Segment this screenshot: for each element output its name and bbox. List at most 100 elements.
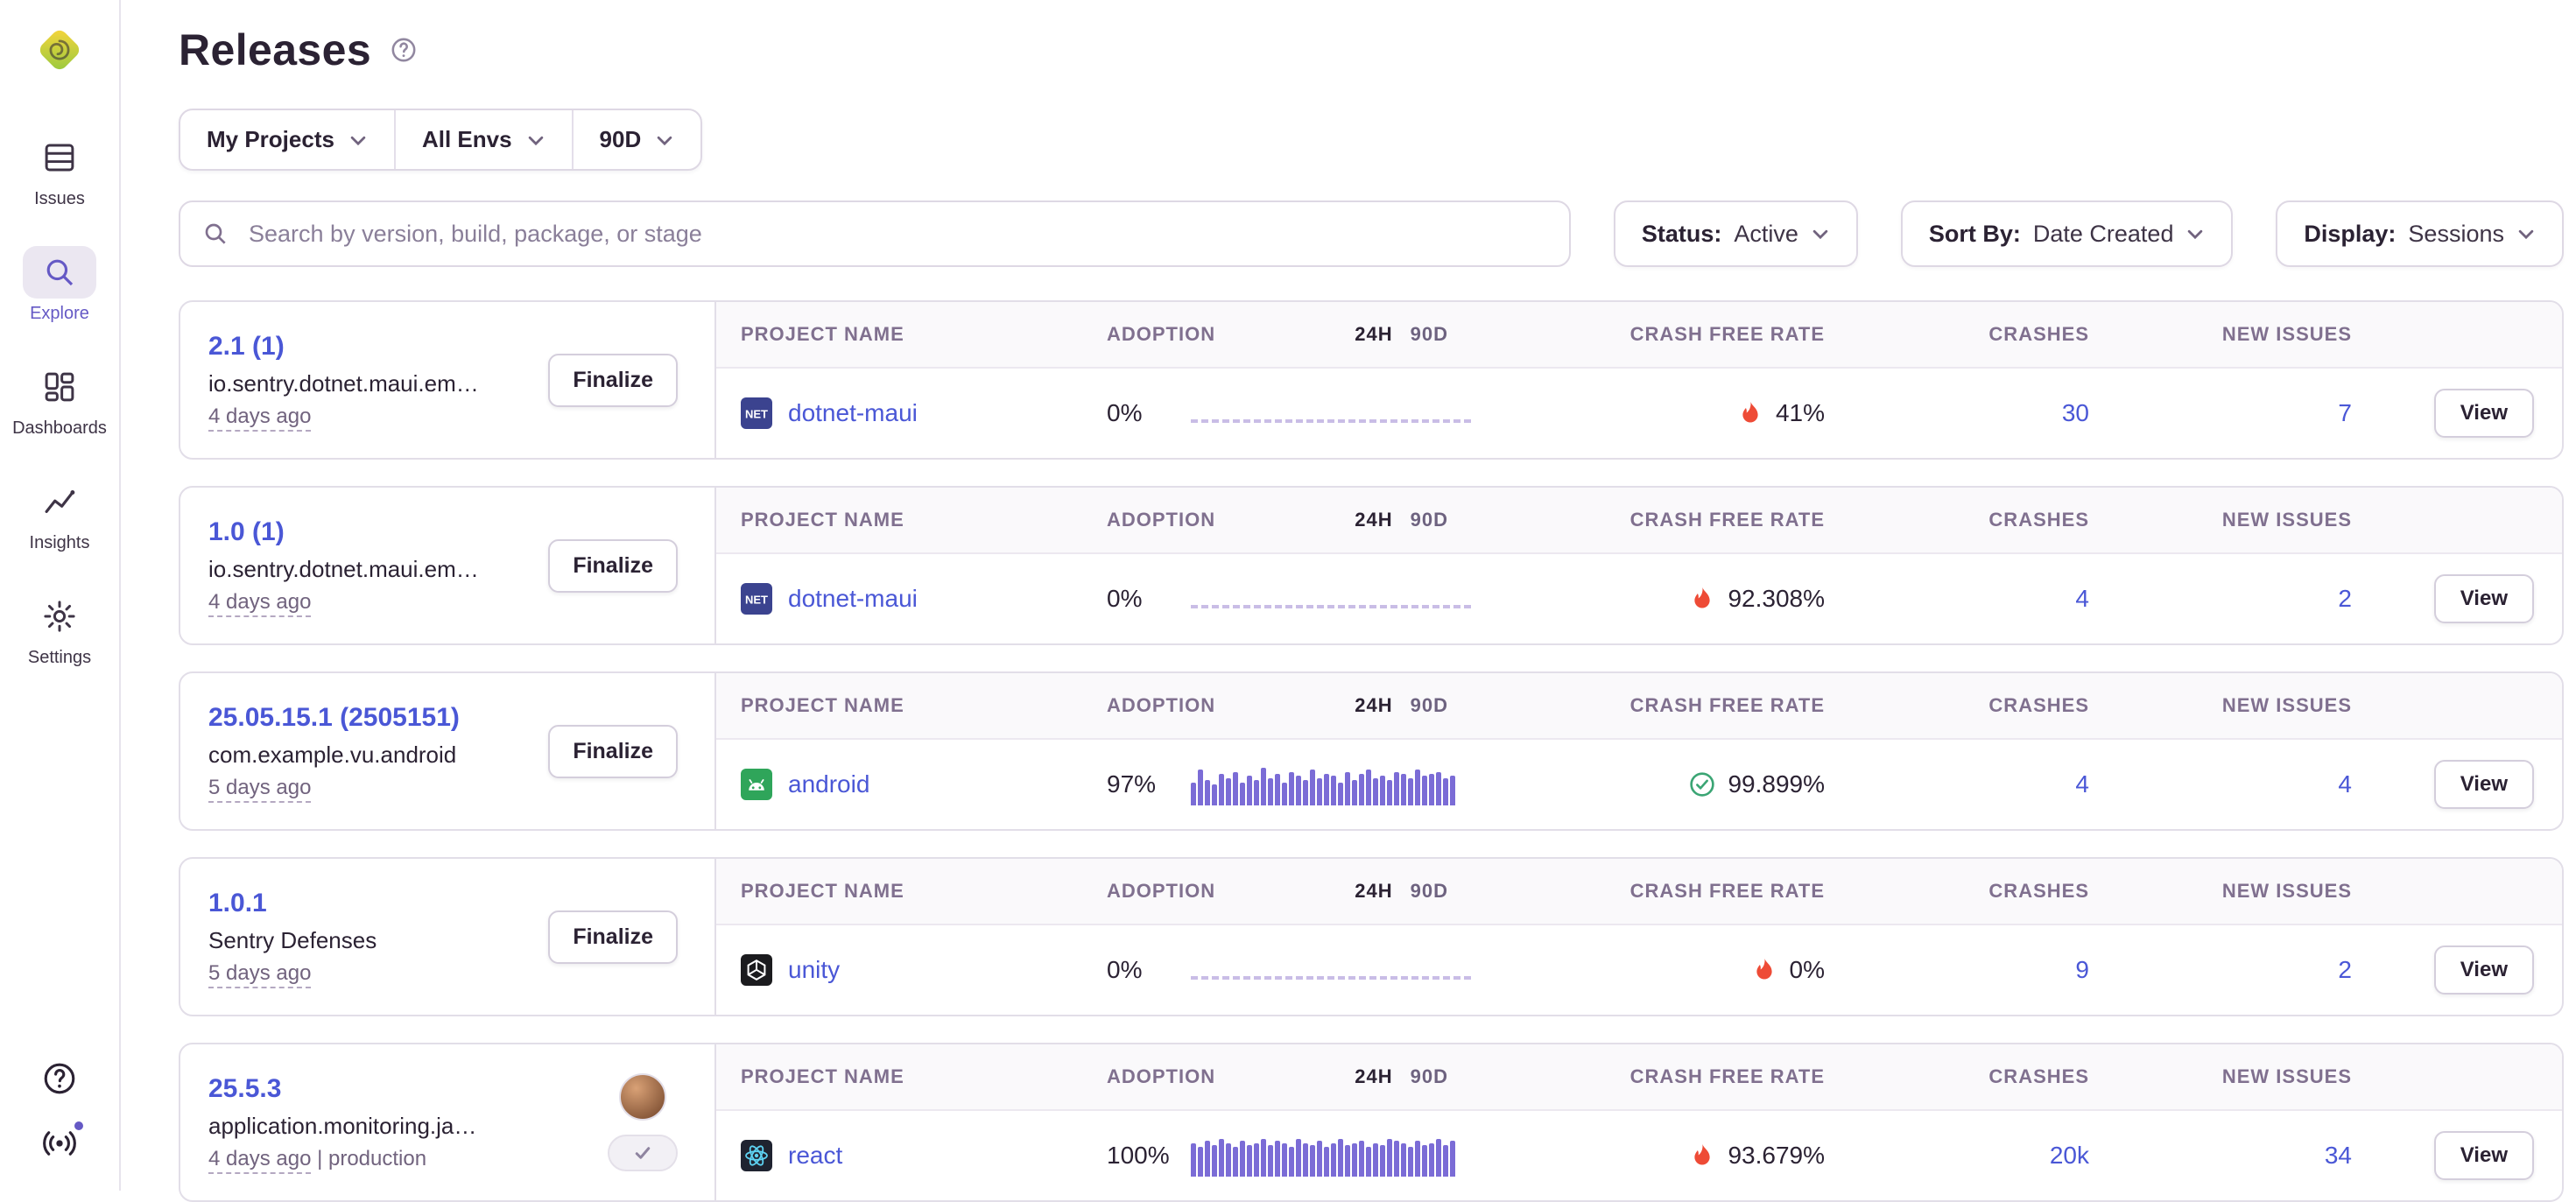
view-button[interactable]: View [2434,945,2534,995]
actions-cell: View [2352,574,2562,623]
release-info: 25.5.3 application.monitoring.ja… 4 days… [208,1074,476,1171]
release-card: 2.1 (1) io.sentry.dotnet.maui.em… 4 days… [179,300,2564,460]
view-button[interactable]: View [2434,1131,2534,1180]
col-crashes: CRASHES [1825,694,2089,717]
chevron-down-icon [1811,224,1830,243]
finalize-button[interactable]: Finalize [548,725,678,778]
project-link[interactable]: android [788,770,869,798]
crash-free-value: 0% [1790,956,1825,984]
release-package: io.sentry.dotnet.maui.em… [208,370,479,397]
project-link[interactable]: unity [788,956,840,984]
project-link[interactable]: dotnet-maui [788,399,918,427]
sidebar-item-explore[interactable]: Explore [0,246,119,324]
view-button[interactable]: View [2434,389,2534,438]
sidebar-item-label: Insights [30,533,90,553]
col-new-issues: NEW ISSUES [2089,509,2352,531]
crash-free-value: 41% [1776,399,1825,427]
col-new-issues: NEW ISSUES [2089,880,2352,903]
release-card: 25.05.15.1 (2505151) com.example.vu.andr… [179,671,2564,831]
page-head: Releases [179,25,2564,75]
col-project-name: PROJECT NAME [716,1065,1107,1088]
release-version-link[interactable]: 1.0 (1) [208,517,479,547]
broadcast-icon[interactable] [40,1124,79,1163]
sort-dropdown[interactable]: Sort By: Date Created [1901,200,2234,267]
sort-label: Sort By: [1929,221,2021,248]
release-version-link[interactable]: 25.5.3 [208,1074,476,1104]
col-new-issues: NEW ISSUES [2089,1065,2352,1088]
range-24h[interactable]: 24H [1355,1065,1392,1088]
range-24h[interactable]: 24H [1355,323,1392,346]
sidebar-item-issues[interactable]: Issues [0,131,119,209]
table-row: react 100% 93.679% 20k 34 View [716,1111,2562,1200]
col-chart-range: 24H 90D [1187,694,1494,717]
view-button[interactable]: View [2434,760,2534,809]
projects-filter[interactable]: My Projects [180,110,394,169]
crash-free-cell: 41% [1494,399,1825,427]
crash-free-flame-icon [1689,586,1715,612]
sidebar-item-dashboards[interactable]: Dashboards [0,361,119,439]
sidebar-item-insights[interactable]: Insights [0,475,119,553]
finalize-button[interactable]: Finalize [548,539,678,593]
date-range-filter[interactable]: 90D [572,110,701,169]
crashes-count[interactable]: 4 [1825,585,2089,613]
crash-free-value: 99.899% [1728,770,1825,798]
new-issues-count[interactable]: 7 [2089,399,2352,427]
sidebar-item-settings[interactable]: Settings [0,590,119,668]
crashes-count[interactable]: 9 [1825,956,2089,984]
crashes-count[interactable]: 20k [1825,1142,2089,1170]
search-box[interactable] [179,200,1571,267]
project-link[interactable]: dotnet-maui [788,585,918,613]
page-help-icon[interactable] [389,35,419,65]
release-version-link[interactable]: 2.1 (1) [208,332,479,362]
release-version-link[interactable]: 1.0.1 [208,889,377,918]
new-issues-count[interactable]: 34 [2089,1142,2352,1170]
status-label: Status: [1642,221,1722,248]
crash-free-cell: 99.899% [1494,770,1825,798]
col-crash-free-rate: CRASH FREE RATE [1494,509,1825,531]
help-icon[interactable] [40,1059,79,1098]
finalize-button[interactable]: Finalize [548,910,678,964]
release-meta: 5 days ago [208,776,460,800]
range-90d[interactable]: 90D [1411,694,1448,717]
environments-filter[interactable]: All Envs [394,110,572,169]
release-summary: 1.0 (1) io.sentry.dotnet.maui.em… 4 days… [180,488,714,643]
release-version-link[interactable]: 25.05.15.1 (2505151) [208,703,460,733]
table-header: PROJECT NAME ADOPTION 24H 90D CRASH FREE… [716,673,2562,740]
search-input[interactable] [245,219,1548,250]
finalize-button[interactable]: Finalize [548,354,678,407]
react-icon [741,1140,772,1171]
release-project-table: PROJECT NAME ADOPTION 24H 90D CRASH FREE… [714,673,2562,829]
new-issues-count[interactable]: 4 [2089,770,2352,798]
finalized-check-pill [608,1135,678,1171]
adoption-value: 0% [1107,585,1187,613]
release-age: 5 days ago [208,776,311,803]
range-24h[interactable]: 24H [1355,509,1392,531]
range-24h[interactable]: 24H [1355,694,1392,717]
sentry-logo[interactable] [31,21,88,79]
project-cell: android [716,769,1107,800]
release-info: 2.1 (1) io.sentry.dotnet.maui.em… 4 days… [208,332,479,429]
release-project-table: PROJECT NAME ADOPTION 24H 90D CRASH FREE… [714,1044,2562,1200]
crash-free-cell: 93.679% [1494,1142,1825,1170]
new-issues-count[interactable]: 2 [2089,585,2352,613]
range-90d[interactable]: 90D [1411,509,1448,531]
display-dropdown[interactable]: Display: Sessions [2276,200,2564,267]
col-crashes: CRASHES [1825,880,2089,903]
crashes-count[interactable]: 4 [1825,770,2089,798]
range-90d[interactable]: 90D [1411,880,1448,903]
status-dropdown[interactable]: Status: Active [1614,200,1858,267]
range-24h[interactable]: 24H [1355,880,1392,903]
avatar[interactable] [619,1073,666,1121]
range-90d[interactable]: 90D [1411,1065,1448,1088]
search-explore-icon [23,246,96,299]
crash-free-value: 92.308% [1728,585,1825,613]
crash-free-ok-icon [1689,771,1715,798]
new-issues-count[interactable]: 2 [2089,956,2352,984]
crash-free-cell: 0% [1494,956,1825,984]
actions-cell: View [2352,1131,2562,1180]
crashes-count[interactable]: 30 [1825,399,2089,427]
project-link[interactable]: react [788,1142,842,1170]
range-90d[interactable]: 90D [1411,323,1448,346]
insights-icon [23,475,96,528]
view-button[interactable]: View [2434,574,2534,623]
